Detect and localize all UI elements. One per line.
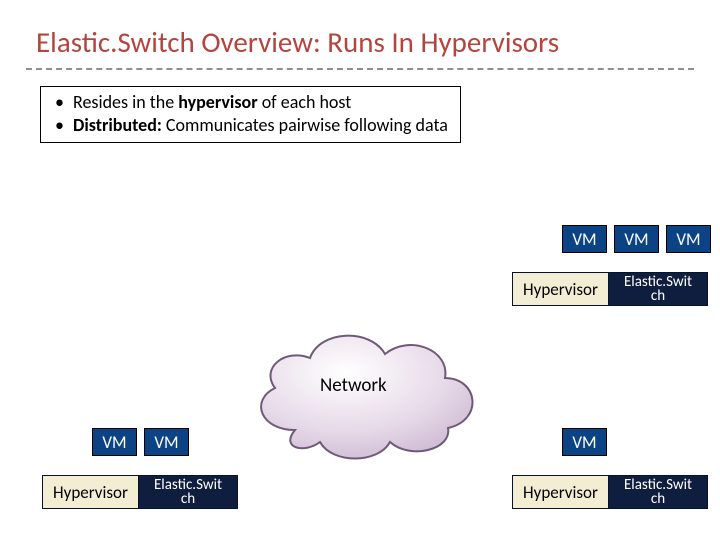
vm-box: VM	[666, 225, 711, 253]
es-line-2: ch	[651, 289, 665, 303]
hypervisor-box: Hypervisor Elastic.Swit ch	[512, 475, 708, 509]
es-line-2: ch	[651, 492, 665, 506]
bullet-2-strong: Distributed:	[73, 114, 162, 136]
page-title: Elastic.Switch Overview: Runs In Hypervi…	[36, 24, 559, 60]
bullet-2-text: Distributed: Communicates pairwise follo…	[73, 114, 448, 137]
bullet-dot: •	[53, 91, 73, 114]
bullet-2-post: Communicates pairwise following data	[162, 114, 448, 136]
elastic-switch-label: Elastic.Swit ch	[609, 273, 707, 305]
bullet-1: • Resides in the hypervisor of each host	[53, 91, 448, 114]
elastic-switch-label: Elastic.Swit ch	[139, 476, 237, 508]
bullet-dot: •	[53, 114, 73, 137]
bullet-1-text: Resides in the hypervisor of each host	[73, 91, 351, 114]
vm-box: VM	[144, 428, 189, 456]
vm-box: VM	[562, 225, 607, 253]
elastic-switch-label: Elastic.Swit ch	[609, 476, 707, 508]
hypervisor-label: Hypervisor	[513, 273, 609, 305]
bullet-1-pre: Resides in the	[73, 91, 178, 113]
hypervisor-box: Hypervisor Elastic.Swit ch	[512, 272, 708, 306]
bullet-1-strong: hypervisor	[178, 91, 257, 113]
vm-box: VM	[562, 428, 607, 456]
hypervisor-box: Hypervisor Elastic.Swit ch	[42, 475, 238, 509]
bullet-2: • Distributed: Communicates pairwise fol…	[53, 114, 448, 137]
vm-box: VM	[614, 225, 659, 253]
bullet-1-post: of each host	[258, 91, 352, 113]
bullet-box: • Resides in the hypervisor of each host…	[40, 86, 461, 143]
es-line-2: ch	[181, 492, 195, 506]
vm-box: VM	[92, 428, 137, 456]
network-label: Network	[320, 374, 387, 397]
hypervisor-label: Hypervisor	[513, 476, 609, 508]
hypervisor-label: Hypervisor	[43, 476, 139, 508]
title-divider	[26, 68, 694, 70]
